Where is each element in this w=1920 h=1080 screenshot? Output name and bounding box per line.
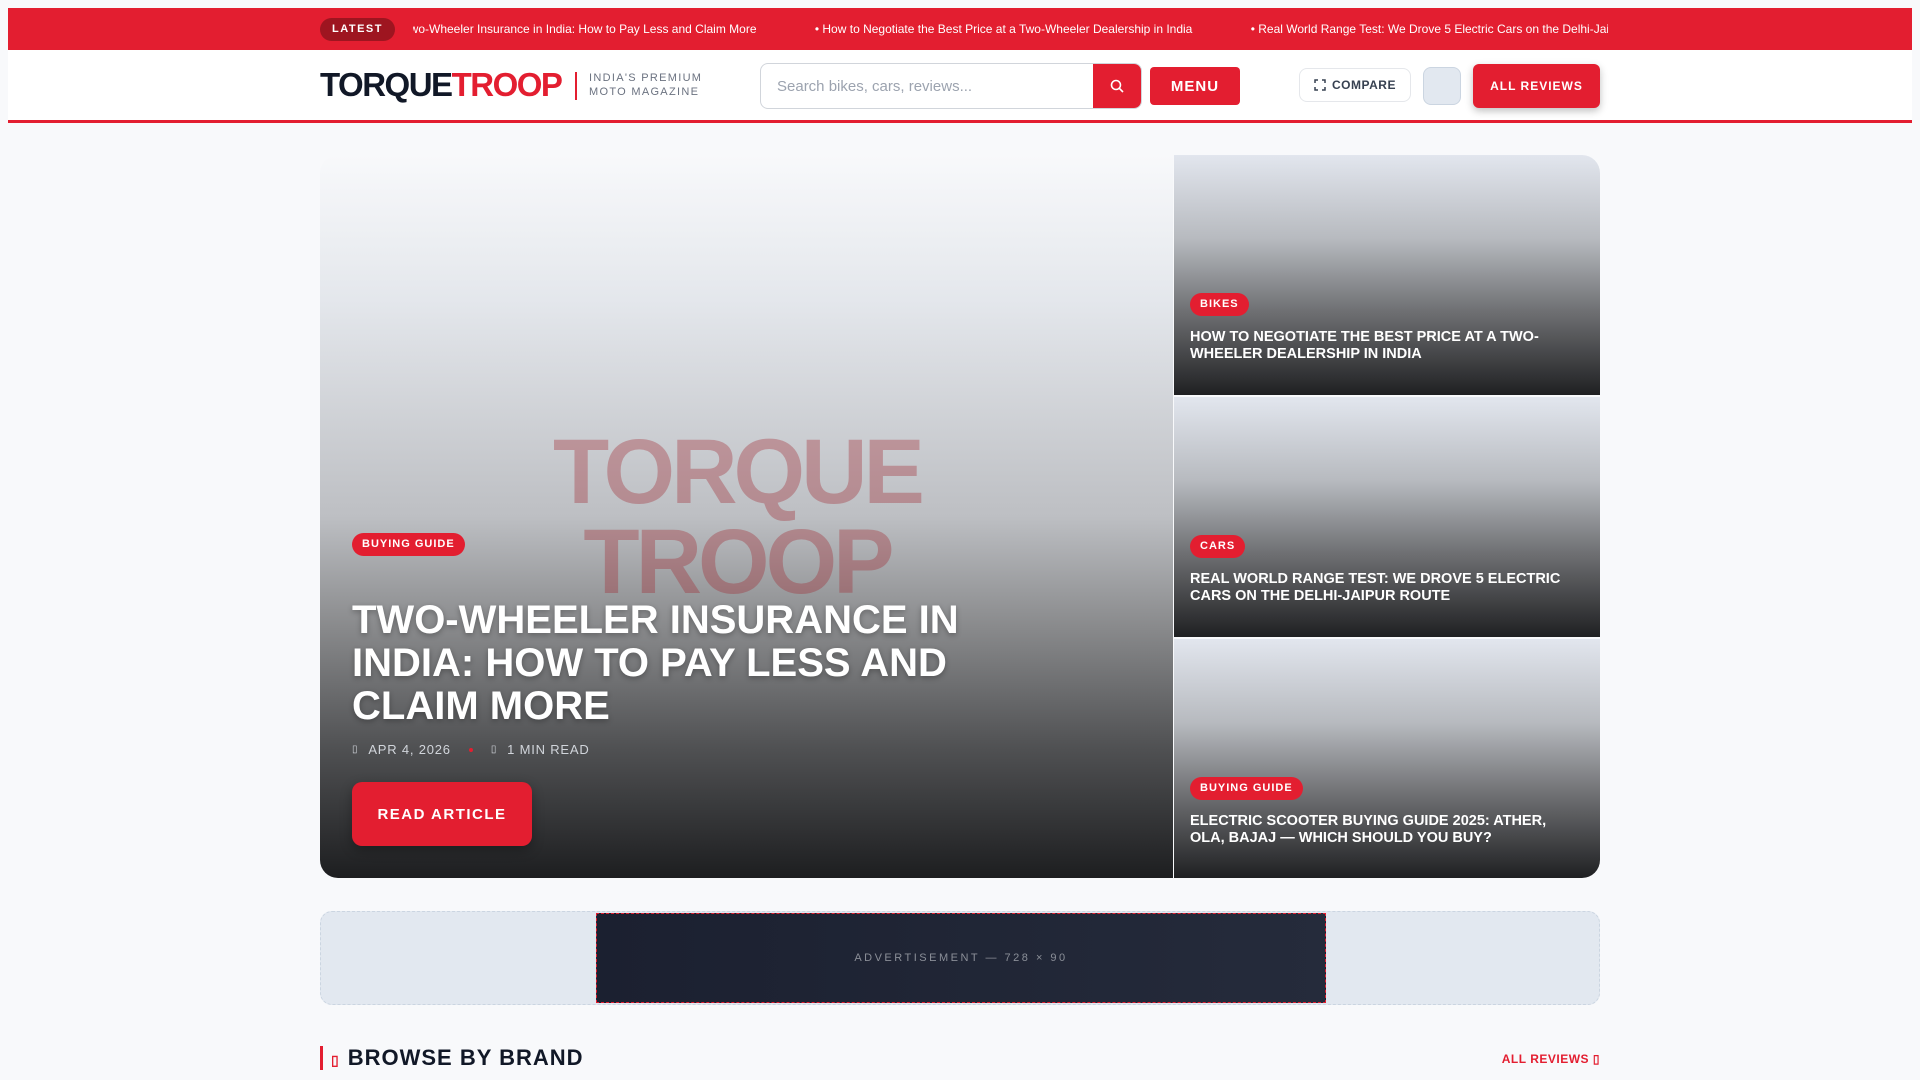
- meta-separator: [468, 747, 473, 752]
- tagline-line: INDIA'S PREMIUM: [589, 72, 703, 84]
- side-article-card[interactable]: BIKES HOW TO NEGOTIATE THE BEST PRICE AT…: [1174, 155, 1600, 395]
- watermark-line: TROOP: [583, 511, 894, 613]
- search-input[interactable]: [777, 64, 1077, 108]
- side-article-title[interactable]: REAL WORLD RANGE TEST: WE DROVE 5 ELECTR…: [1190, 571, 1580, 605]
- article-date: APR 4, 2026: [368, 742, 451, 757]
- ad-label: ADVERTISEMENT — 728 × 90: [854, 952, 1068, 964]
- clock-icon: ▯: [490, 744, 498, 755]
- read-article-label: READ ARTICLE: [377, 805, 507, 823]
- featured-title[interactable]: TWO-WHEELER INSURANCE IN INDIA: HOW TO P…: [352, 599, 992, 728]
- category-badge[interactable]: BUYING GUIDE: [352, 533, 465, 556]
- ad-slot: ADVERTISEMENT — 728 × 90: [320, 911, 1600, 1005]
- tagline-line: MOTO MAGAZINE: [589, 86, 700, 98]
- section-title: BROWSE BY BRAND: [347, 1045, 584, 1070]
- ad-banner[interactable]: ADVERTISEMENT — 728 × 90: [596, 913, 1326, 1003]
- read-article-button[interactable]: READ ARTICLE: [352, 782, 532, 846]
- menu-button[interactable]: MENU: [1150, 67, 1240, 105]
- side-article-card[interactable]: BUYING GUIDE ELECTRIC SCOOTER BUYING GUI…: [1174, 639, 1600, 878]
- all-reviews-button[interactable]: ALL REVIEWS: [1473, 64, 1600, 108]
- category-badge[interactable]: BIKES: [1190, 293, 1249, 316]
- featured-article[interactable]: TORQUE TROOP BUYING GUIDE TWO-WHEELER INS…: [320, 155, 1173, 878]
- logo-part: TORQUE: [320, 66, 453, 103]
- logo-part: TROOP: [451, 66, 563, 103]
- watermark-line: TORQUE: [553, 421, 925, 523]
- ticker-item[interactable]: • Real World Range Test: We Drove 5 Elec…: [1251, 22, 1608, 36]
- watermark-logo: TORQUE TROOP: [553, 421, 925, 613]
- search-icon: [1110, 79, 1124, 93]
- search-box: [760, 63, 1142, 109]
- compare-button[interactable]: COMPARE: [1299, 68, 1411, 102]
- calendar-icon: ▯: [352, 744, 359, 755]
- side-article-title[interactable]: ELECTRIC SCOOTER BUYING GUIDE 2025: ATHE…: [1190, 813, 1580, 847]
- ticker-item[interactable]: Two-Wheeler Insurance in India: How to P…: [413, 22, 757, 36]
- site-logo[interactable]: TORQUETROOP: [320, 66, 563, 104]
- tag-icon: ▯: [331, 1052, 340, 1068]
- all-reviews-link-label: ALL REVIEWS: [1501, 1052, 1590, 1066]
- theme-toggle-button[interactable]: [1423, 67, 1461, 105]
- section-heading: ▯ BROWSE BY BRAND: [320, 1046, 584, 1070]
- menu-label: MENU: [1170, 77, 1220, 95]
- latest-badge: LATEST: [320, 18, 395, 41]
- all-reviews-label: ALL REVIEWS: [1490, 79, 1583, 93]
- ticker: Two-Wheeler Insurance in India: How to P…: [413, 8, 1608, 50]
- expand-icon: [1314, 79, 1326, 91]
- category-badge[interactable]: CARS: [1190, 535, 1246, 558]
- ticker-item[interactable]: • How to Negotiate the Best Price at a T…: [815, 22, 1193, 36]
- read-time: 1 MIN READ: [507, 742, 590, 757]
- article-meta: ▯ APR 4, 2026 ▯ 1 MIN READ: [352, 742, 590, 757]
- site-header: TORQUETROOP INDIA'S PREMIUM MOTO MAGAZINE…: [8, 50, 1912, 123]
- logo-divider: [575, 72, 577, 100]
- tagline: INDIA'S PREMIUM MOTO MAGAZINE: [589, 71, 702, 99]
- latest-ticker-bar: LATEST Two-Wheeler Insurance in India: H…: [8, 8, 1912, 50]
- side-article-card[interactable]: CARS REAL WORLD RANGE TEST: WE DROVE 5 E…: [1174, 397, 1600, 637]
- compare-label: COMPARE: [1332, 78, 1396, 92]
- search-button[interactable]: [1093, 64, 1141, 108]
- category-badge[interactable]: BUYING GUIDE: [1190, 777, 1303, 800]
- all-reviews-link[interactable]: ALL REVIEWS ▯: [1502, 1052, 1600, 1066]
- side-article-title[interactable]: HOW TO NEGOTIATE THE BEST PRICE AT A TWO…: [1190, 329, 1580, 363]
